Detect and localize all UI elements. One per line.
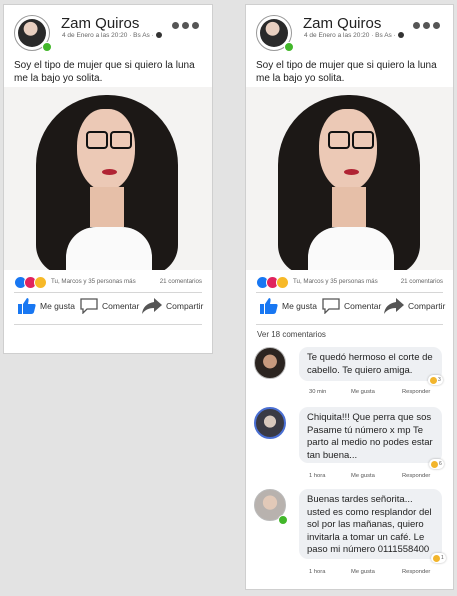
divider: [14, 324, 202, 325]
like-label: Me gusta: [40, 301, 75, 311]
post-actions: Me gusta Comentar Compartir: [258, 298, 445, 322]
comment-reaction[interactable]: 1: [431, 553, 446, 563]
commenter-avatar[interactable]: [254, 407, 286, 439]
post-meta: 4 de Enero a las 20:20 · Bs As ·: [62, 32, 162, 39]
post-card-right: Zam Quiros 4 de Enero a las 20:20 · Bs A…: [245, 4, 454, 590]
comment-icon: [322, 298, 340, 314]
comment-button[interactable]: Comentar: [80, 298, 139, 314]
comment-bubble: Chiquita!!! Que perra que sos Pasame tú …: [299, 407, 442, 463]
comment-bubble: Te quedó hermoso el corte de cabello. Te…: [299, 347, 442, 381]
share-label: Compartir: [408, 301, 446, 311]
divider: [14, 292, 202, 293]
share-icon: [384, 298, 404, 314]
comment-reply-link[interactable]: Responder: [402, 473, 430, 479]
divider: [256, 324, 443, 325]
comment-count[interactable]: 21 comentarios: [401, 278, 443, 285]
post-photo[interactable]: [246, 87, 453, 270]
like-icon: [18, 298, 36, 314]
comment-like-link[interactable]: Me gusta: [351, 389, 375, 395]
author-name[interactable]: Zam Quiros: [303, 15, 381, 32]
more-options-icon[interactable]: [172, 22, 199, 29]
share-icon: [142, 298, 162, 314]
comment-reaction[interactable]: 6: [429, 459, 444, 469]
share-button[interactable]: Compartir: [142, 298, 203, 314]
view-comments-link[interactable]: Ver 18 comentarios: [257, 330, 326, 339]
post-caption: Soy el tipo de mujer que si quiero la lu…: [14, 60, 195, 84]
share-label: Compartir: [166, 301, 204, 311]
share-button[interactable]: Compartir: [384, 298, 445, 314]
comment-time: 1 hora: [309, 473, 326, 479]
like-button[interactable]: Me gusta: [260, 298, 317, 314]
comment-label: Comentar: [102, 301, 140, 311]
comment-button[interactable]: Comentar: [322, 298, 381, 314]
reaction-icons[interactable]: [14, 276, 47, 289]
comment-bubble: Buenas tardes señorita... usted es como …: [299, 489, 442, 559]
comment-icon: [80, 298, 98, 314]
like-button[interactable]: Me gusta: [18, 298, 75, 314]
online-indicator: [284, 42, 294, 52]
comment-item: Te quedó hermoso el corte de cabello. Te…: [254, 347, 450, 395]
post-meta-text: 4 de Enero a las 20:20 · Bs As ·: [304, 32, 396, 39]
online-indicator: [278, 515, 288, 525]
commenter-avatar[interactable]: [254, 347, 286, 379]
globe-icon: [155, 32, 162, 39]
comment-item: Chiquita!!! Que perra que sos Pasame tú …: [254, 407, 450, 483]
post-caption: Soy el tipo de mujer que si quiero la lu…: [256, 60, 437, 84]
reactions-summary[interactable]: Tu, Marcos y 35 personas más: [51, 278, 136, 285]
comment-like-link[interactable]: Me gusta: [351, 569, 375, 575]
more-options-icon[interactable]: [413, 22, 440, 29]
post-actions: Me gusta Comentar Compartir: [16, 298, 203, 322]
globe-icon: [397, 32, 404, 39]
post-meta-text: 4 de Enero a las 20:20 · Bs As ·: [62, 32, 154, 39]
divider: [256, 292, 443, 293]
comment-time: 1 hora: [309, 569, 326, 575]
reaction-icons[interactable]: [256, 276, 289, 289]
like-label: Me gusta: [282, 301, 317, 311]
online-indicator: [42, 42, 52, 52]
comment-label: Comentar: [344, 301, 382, 311]
comment-reply-link[interactable]: Responder: [402, 569, 430, 575]
reactions-summary[interactable]: Tu, Marcos y 35 personas más: [293, 278, 378, 285]
comment-item: Buenas tardes señorita... usted es como …: [254, 489, 450, 579]
comment-time: 30 min: [309, 389, 327, 395]
comment-reaction[interactable]: 3: [428, 375, 443, 385]
comment-reply-link[interactable]: Responder: [402, 389, 430, 395]
author-name[interactable]: Zam Quiros: [61, 15, 139, 32]
like-icon: [260, 298, 278, 314]
post-card-left: Zam Quiros 4 de Enero a las 20:20 · Bs A…: [3, 4, 213, 354]
comment-like-link[interactable]: Me gusta: [351, 473, 375, 479]
post-photo[interactable]: [4, 87, 212, 270]
post-meta: 4 de Enero a las 20:20 · Bs As ·: [304, 32, 404, 39]
comment-count[interactable]: 21 comentarios: [160, 278, 202, 285]
